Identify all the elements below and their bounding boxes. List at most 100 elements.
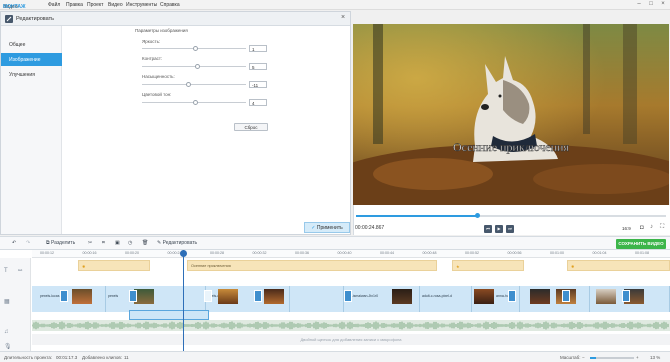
selected-clip-region[interactable]	[129, 310, 209, 320]
timeline-ruler[interactable]: 00:00:12 00:00:16 00:00:20 00:00:24 00:00:28…	[32, 250, 670, 258]
speed-icon[interactable]: ◷	[128, 240, 132, 246]
apply-button-label: Применить	[316, 225, 343, 231]
sidebar-item-general[interactable]: Общее	[1, 38, 62, 51]
timeline[interactable]: 00:00:12 00:00:16 00:00:20 00:00:24 00:00:28…	[0, 250, 670, 351]
transition-icon[interactable]	[622, 290, 630, 302]
preview-frame-image: Осенние приключения	[353, 24, 669, 205]
transition-icon[interactable]	[508, 290, 516, 302]
video-clip[interactable]	[264, 286, 344, 312]
menu-video[interactable]: Видео	[108, 2, 123, 8]
zoom-slider[interactable]	[590, 357, 634, 359]
saturation-slider[interactable]	[142, 82, 246, 87]
preview-progress-bar[interactable]	[356, 213, 666, 218]
apply-button[interactable]: ✓ Применить	[304, 222, 350, 233]
title-clip[interactable]: ★	[452, 260, 524, 271]
brightness-slider-knob[interactable]	[193, 46, 199, 51]
edit-button[interactable]: ✎ Редактировать	[157, 240, 197, 246]
params-group-title: Параметры изображения	[135, 28, 188, 33]
hue-slider-knob[interactable]	[193, 100, 199, 105]
fullscreen-icon[interactable]: ⛶	[660, 224, 664, 231]
playhead-handle[interactable]	[180, 250, 187, 257]
menu-project[interactable]: Проект	[87, 2, 103, 8]
checkmark-icon: ✓	[311, 225, 316, 231]
split-button-label: Разделить	[50, 240, 76, 246]
next-frame-button[interactable]: ⏭	[506, 225, 514, 233]
previous-frame-button[interactable]: ⏮	[484, 225, 492, 233]
ruler-tick-label: 00:00:48	[422, 251, 437, 255]
microphone-icon: 🎙	[4, 344, 12, 350]
transition-icon[interactable]	[344, 290, 352, 302]
clip-label: pexels	[108, 294, 119, 298]
undo-icon[interactable]: ↶	[12, 240, 16, 246]
hue-slider[interactable]	[142, 100, 246, 105]
maximize-icon[interactable]: □	[646, 1, 656, 9]
minimize-icon[interactable]: –	[634, 1, 644, 9]
sidebar-item-image[interactable]: Изображение	[1, 53, 62, 66]
clip-thumbnail	[134, 289, 154, 304]
saturation-input[interactable]: -11	[249, 81, 267, 88]
zoom-in-icon[interactable]: +	[636, 355, 639, 360]
video-clip[interactable]	[590, 286, 670, 312]
title-clip[interactable]: ✹	[567, 260, 670, 271]
menu-file[interactable]: Файл	[48, 2, 60, 8]
video-clip[interactable]	[520, 286, 590, 312]
reset-button[interactable]: Сброс	[234, 123, 268, 131]
transition-icon[interactable]	[562, 290, 570, 302]
transition-icon[interactable]	[129, 290, 137, 302]
delete-icon[interactable]: 🗑	[142, 240, 148, 246]
video-clip[interactable]: adult-c-rosa-pixel-d	[420, 286, 472, 312]
preview-overlay-text: Осенние приключения	[453, 140, 569, 154]
titles-track[interactable]: ✹ Осенние приключения ★ ✹	[32, 260, 670, 272]
transition-icon[interactable]	[254, 290, 262, 302]
edit-panel-title: Редактировать	[16, 16, 54, 22]
menu-help[interactable]: Справка	[160, 2, 180, 8]
contrast-slider-knob[interactable]	[195, 64, 201, 69]
voice-track[interactable]: Двойной щелчок для добавления записи с м…	[32, 334, 670, 345]
film-icon[interactable]: ▣	[115, 240, 120, 246]
sidebar-item-enhancements[interactable]: Улучшения	[1, 68, 62, 81]
link-icon[interactable]: ⚯	[18, 268, 22, 274]
music-track[interactable]	[32, 320, 670, 331]
play-button[interactable]: ▶	[495, 225, 503, 233]
player-controls: 00:00:24.867 ⏮ ▶ ⏭ 16:9 ◘ ♪ ⛶	[353, 205, 670, 235]
title-clip-main[interactable]: Осенние приключения	[187, 260, 437, 271]
close-panel-icon[interactable]: ×	[341, 14, 345, 21]
ruler-tick-label: 00:00:32	[252, 251, 267, 255]
project-duration-value: 00:01:17.3	[56, 355, 78, 360]
title-clip[interactable]: ✹	[78, 260, 150, 271]
playhead[interactable]	[183, 250, 184, 351]
volume-icon[interactable]: ♪	[650, 224, 653, 230]
aspect-ratio-select[interactable]: 16:9	[622, 226, 631, 231]
redo-icon[interactable]: ↷	[26, 240, 30, 246]
sun-icon: ✹	[571, 265, 575, 269]
close-window-icon[interactable]: ×	[658, 1, 668, 9]
project-duration-label: Длительность проекта:	[4, 355, 53, 360]
video-preview[interactable]: Осенние приключения	[353, 24, 669, 205]
saturation-slider-knob[interactable]	[185, 82, 191, 87]
transition-icon[interactable]	[60, 290, 68, 302]
menu-edit[interactable]: Правка	[66, 2, 83, 8]
menubar: Видео МОНТАЖ Файл Правка Проект Видео Инс…	[0, 0, 670, 10]
timecode-display: 00:00:24.867	[355, 225, 385, 231]
save-video-button[interactable]: СОХРАНИТЬ ВИДЕО	[616, 239, 666, 249]
zoom-out-icon[interactable]: −	[582, 355, 585, 360]
video-clip[interactable]: alfa-ismaiwan-Jtx1r0	[344, 286, 420, 312]
menu-tools[interactable]: Инструменты	[126, 2, 157, 8]
clip-thumbnail	[392, 289, 412, 304]
brightness-input[interactable]: 1	[249, 45, 267, 52]
contrast-slider[interactable]	[142, 64, 246, 69]
crop-icon[interactable]: ⌗	[102, 240, 105, 246]
contrast-input[interactable]: 5	[249, 63, 267, 70]
split-icon: ⧉	[46, 240, 50, 246]
split-button[interactable]: ⧉ Разделить	[46, 240, 75, 246]
video-track[interactable]: pexels-lucas pexels pexels-christina alf…	[32, 286, 670, 312]
transition-icon[interactable]	[204, 290, 212, 302]
brightness-slider[interactable]	[142, 46, 246, 51]
video-clip[interactable]: pexels	[106, 286, 206, 312]
snapshot-icon[interactable]: ◘	[640, 225, 644, 231]
cut-icon[interactable]: ✂	[88, 240, 92, 246]
ruler-tick-label: 00:00:16	[82, 251, 97, 255]
video-clip[interactable]: pexels-lucas	[32, 286, 106, 312]
hue-input[interactable]: 4	[249, 99, 267, 106]
edit-button-label: Редактировать	[162, 240, 198, 246]
